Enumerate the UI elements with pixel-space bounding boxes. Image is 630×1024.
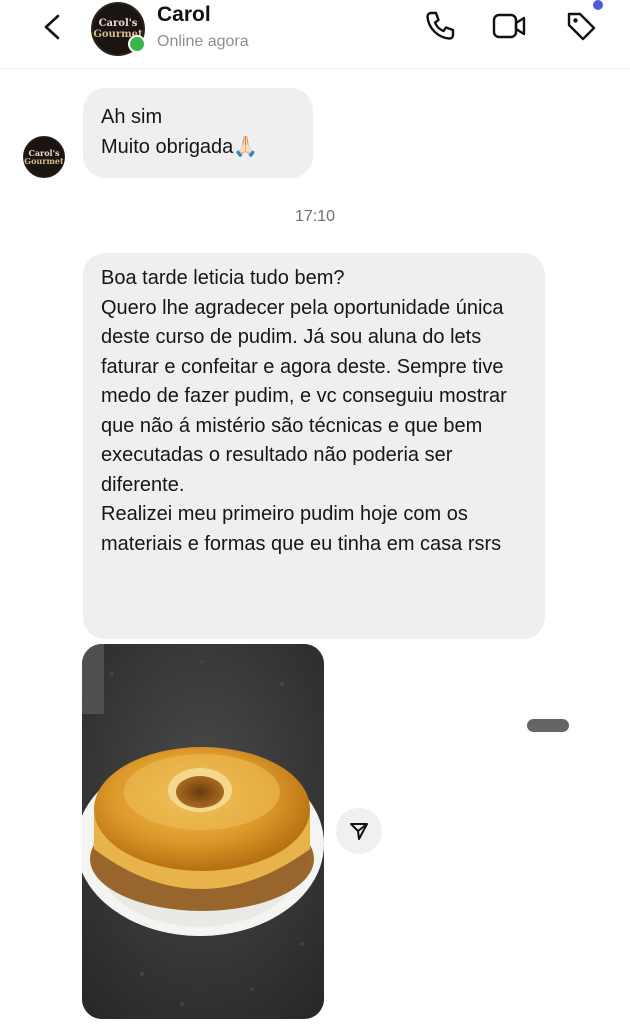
back-button[interactable] xyxy=(36,10,70,44)
pudim-photo xyxy=(82,644,324,1019)
sender-avatar[interactable]: Carol's Gourmet xyxy=(23,136,65,178)
message-paragraph: Quero lhe agradecer pela oportunidade ún… xyxy=(101,296,507,496)
chat-header: Carol's Gourmet Carol Online agora xyxy=(0,0,630,69)
video-icon xyxy=(492,13,526,39)
message-photo[interactable] xyxy=(82,644,324,1019)
message-bubble[interactable]: Boa tarde leticia tudo bem? Quero lhe ag… xyxy=(83,253,545,639)
share-icon xyxy=(350,823,368,840)
video-call-button[interactable] xyxy=(491,8,527,44)
online-indicator xyxy=(128,35,146,53)
label-button[interactable] xyxy=(563,8,599,44)
tag-icon xyxy=(567,12,596,41)
message-paragraph: Realizei meu primeiro pudim hoje com os … xyxy=(101,503,502,555)
phone-icon xyxy=(426,11,455,40)
notification-dot xyxy=(593,0,603,10)
contact-name[interactable]: Carol xyxy=(157,3,211,27)
contact-status: Online agora xyxy=(157,33,249,50)
call-button[interactable] xyxy=(422,8,458,44)
message-line: Muito obrigada🙏🏻 xyxy=(101,135,259,158)
redaction-mark xyxy=(527,719,569,732)
avatar-logo-line2: Gourmet xyxy=(24,156,64,166)
message-paragraph: Boa tarde leticia tudo bem? xyxy=(101,267,345,289)
back-icon xyxy=(44,14,60,40)
message-line: Ah sim xyxy=(101,106,163,128)
share-button[interactable] xyxy=(336,808,382,854)
message-timestamp: 17:10 xyxy=(294,208,336,225)
message-bubble[interactable]: Ah sim Muito obrigada🙏🏻 xyxy=(83,88,313,178)
avatar-logo-line1: Carol's xyxy=(98,17,138,29)
